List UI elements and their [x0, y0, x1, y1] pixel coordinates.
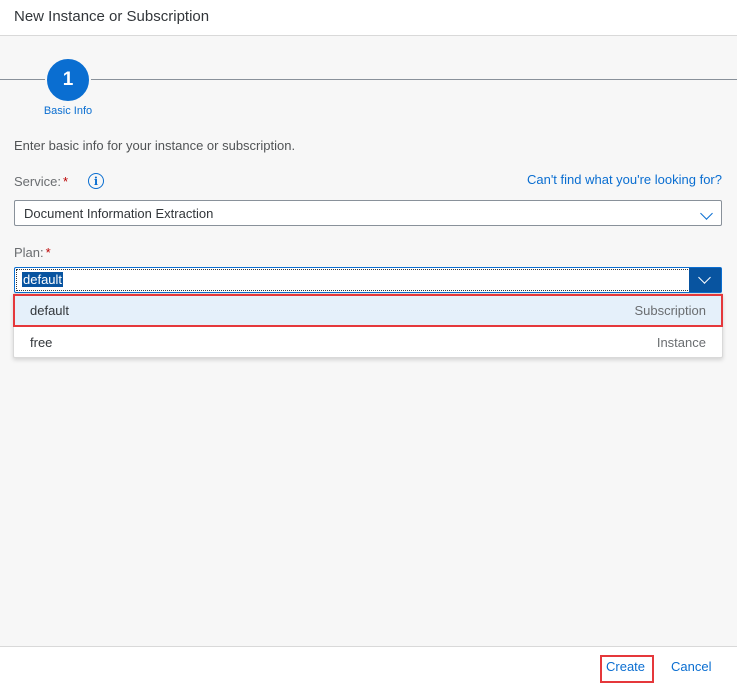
- dialog-title: New Instance or Subscription: [14, 8, 210, 25]
- option-highlight-annotation: [13, 294, 723, 327]
- chevron-down-icon[interactable]: [700, 207, 713, 220]
- plan-option-name: free: [30, 335, 53, 350]
- wizard-progress-line: [0, 79, 737, 80]
- required-mark: *: [62, 174, 69, 189]
- service-label: Service: *: [14, 174, 68, 189]
- intro-text: Enter basic info for your instance or su…: [14, 138, 296, 153]
- help-link[interactable]: Can't find what you're looking for?: [527, 172, 722, 187]
- required-mark: *: [45, 245, 51, 260]
- plan-dropdown-button[interactable]: [689, 268, 721, 292]
- dialog-header: New Instance or Subscription: [0, 0, 737, 36]
- wizard-step-1[interactable]: 1: [45, 57, 91, 103]
- cancel-button[interactable]: Cancel: [671, 659, 711, 674]
- plan-label-text: Plan:: [14, 245, 44, 260]
- plan-label: Plan: *: [14, 245, 51, 260]
- service-select-value: Document Information Extraction: [24, 206, 214, 221]
- plan-input-value[interactable]: default: [22, 272, 64, 287]
- info-icon[interactable]: i: [88, 173, 104, 189]
- service-label-text: Service:: [14, 174, 61, 189]
- chevron-down-icon: [698, 271, 711, 284]
- plan-option-free[interactable]: free Instance: [14, 326, 722, 358]
- create-highlight-annotation: [600, 655, 654, 683]
- plan-option-type: Instance: [656, 335, 706, 350]
- plan-combobox[interactable]: default: [14, 267, 722, 293]
- service-select[interactable]: Document Information Extraction: [14, 200, 722, 226]
- wizard-step-label: Basic Info: [43, 105, 93, 117]
